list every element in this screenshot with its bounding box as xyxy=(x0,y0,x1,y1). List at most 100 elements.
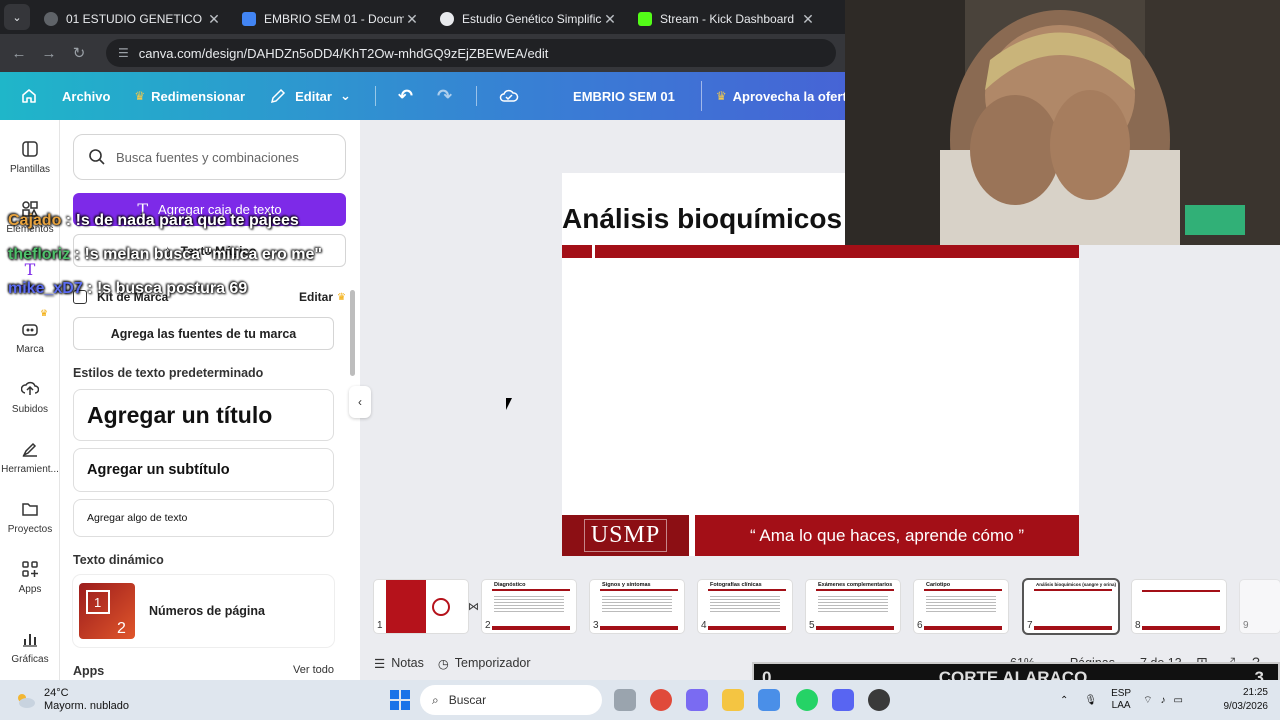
add-subtitle-button[interactable]: Agregar un subtítulo xyxy=(73,448,334,492)
close-icon[interactable]: ✕ xyxy=(800,11,816,28)
page-numbers-card[interactable]: 12 Números de página xyxy=(73,575,334,647)
page-footer xyxy=(492,626,570,630)
notes-button[interactable]: ☰ Notas xyxy=(374,656,424,671)
rail-label: Plantillas xyxy=(9,164,51,175)
page-number: 4 xyxy=(701,620,707,631)
add-body-text-button[interactable]: Agregar algo de texto xyxy=(73,499,334,537)
page-numbers-label: Números de página xyxy=(149,604,265,618)
resize-button[interactable]: ♛ Redimensionar xyxy=(134,89,245,104)
tab-search-button[interactable]: ⌄ xyxy=(4,4,30,30)
chat-text: : !s melan busca "milica ero me" xyxy=(70,246,322,263)
taskbar-search[interactable]: ⌕ Buscar xyxy=(420,685,602,715)
timer-button[interactable]: ◷ Temporizador xyxy=(438,656,531,671)
task-view-icon[interactable] xyxy=(614,689,636,711)
mic-icon[interactable]: 🎙︎ xyxy=(1084,695,1097,706)
globe-icon xyxy=(44,12,58,26)
obs-icon[interactable] xyxy=(868,689,890,711)
page-footer xyxy=(816,626,894,630)
collapse-panel-button[interactable]: ‹ xyxy=(349,386,371,418)
battery-icon[interactable]: ▭ xyxy=(1174,695,1183,706)
rail-item-subidos[interactable]: Subidos xyxy=(0,380,60,415)
timer-label: Temporizador xyxy=(454,656,531,670)
archivo-menu[interactable]: Archivo xyxy=(62,89,110,104)
default-styles-heading: Estilos de texto predeterminado xyxy=(73,366,264,380)
back-icon[interactable]: ← xyxy=(4,45,34,62)
undo-button[interactable]: ↶ xyxy=(398,86,413,107)
tools-icon xyxy=(22,442,37,457)
cloud-save-icon[interactable] xyxy=(499,88,519,104)
weather-widget[interactable]: 24°C Mayorm. nublado xyxy=(14,687,129,713)
mouse-cursor xyxy=(506,398,512,410)
page-thumbnail[interactable]: Diagnóstico 2 xyxy=(482,580,576,633)
browser-tab-2[interactable]: EMBRIO SEM 01 - Documentos ✕ xyxy=(232,4,430,34)
time: 21:25 xyxy=(1242,687,1268,698)
chrome-icon[interactable] xyxy=(650,689,672,711)
home-button[interactable] xyxy=(20,87,38,105)
browser-tab-3[interactable]: Estudio Genético Simplificado ✕ xyxy=(430,4,628,34)
page-thumbnail-selected[interactable]: Análisis bioquímicos (sangre y orina) 7 xyxy=(1024,580,1118,633)
close-icon[interactable]: ✕ xyxy=(404,11,420,28)
apps-icon xyxy=(22,561,38,577)
document-title[interactable]: EMBRIO SEM 01 xyxy=(573,89,675,104)
crown-icon: ♛ xyxy=(40,308,49,318)
copilot-icon[interactable] xyxy=(686,689,708,711)
page-number: 7 xyxy=(1027,620,1033,631)
url-field[interactable]: ☰ canva.com/design/DAHDZn5oDD4/KhT2Ow-mh… xyxy=(106,39,836,67)
clock[interactable]: 21:25 9/03/2026 xyxy=(1224,686,1269,714)
chat-username: thefloriz xyxy=(8,246,71,263)
page-thumbnail[interactable]: Cariotipo 6 xyxy=(914,580,1008,633)
font-search-input[interactable]: Busca fuentes y combinaciones xyxy=(73,134,346,180)
rail-item-herramientas[interactable]: Herramient... xyxy=(0,440,60,475)
add-title-button[interactable]: Agregar un título xyxy=(73,389,334,441)
transition-icon[interactable]: ⋈ xyxy=(468,600,479,613)
chat-username: mike_xD7 xyxy=(8,280,83,297)
browser-tab-4[interactable]: Stream - Kick Dashboard ✕ xyxy=(628,4,826,34)
chat-username: Cajado xyxy=(8,212,62,229)
language-indicator[interactable]: ESP LAA xyxy=(1111,688,1131,712)
tab-title: Stream - Kick Dashboard xyxy=(660,12,795,26)
page-footer xyxy=(924,626,1002,630)
whatsapp-icon[interactable] xyxy=(796,689,818,711)
rail-item-marca[interactable]: ♛ Marca xyxy=(0,308,60,355)
close-icon[interactable]: ✕ xyxy=(206,11,222,28)
windows-start-icon[interactable] xyxy=(390,690,410,710)
chevron-up-icon[interactable]: ⌃ xyxy=(1060,695,1068,706)
edit-label: Editar xyxy=(295,88,332,104)
rail-item-apps[interactable]: Apps xyxy=(0,560,60,595)
file-explorer-icon[interactable] xyxy=(722,689,744,711)
redo-button[interactable]: ↷ xyxy=(437,86,452,107)
divider xyxy=(476,86,478,106)
webcam-image xyxy=(845,0,1280,245)
rail-item-graficas[interactable]: Gráficas xyxy=(0,630,60,665)
page-thumbnail[interactable]: Fotografías clínicas 4 xyxy=(698,580,792,633)
svg-text:1: 1 xyxy=(94,595,101,610)
text-panel: Busca fuentes y combinaciones T Agregar … xyxy=(60,120,360,680)
see-all-link[interactable]: Ver todo xyxy=(293,664,334,678)
edit-menu[interactable]: Editar ⌄ xyxy=(269,87,351,105)
page-thumbnail[interactable]: Exámenes complementarios 5 xyxy=(806,580,900,633)
page-thumbnail[interactable]: 1 xyxy=(374,580,468,633)
brand-kit-edit-link[interactable]: Editar xyxy=(299,290,333,304)
tab-title: 01 ESTUDIO GENETICO 1 (2) (1) xyxy=(66,12,206,26)
add-brand-fonts-button[interactable]: Agrega las fuentes de tu marca xyxy=(73,317,334,350)
rail-item-plantillas[interactable]: Plantillas xyxy=(0,140,60,175)
wifi-icon[interactable]: ⌔ xyxy=(1143,694,1152,707)
discord-icon[interactable] xyxy=(832,689,854,711)
store-icon[interactable] xyxy=(758,689,780,711)
page-thumbnail[interactable]: Signos y síntomas 3 xyxy=(590,580,684,633)
volume-icon[interactable]: ♪ xyxy=(1161,695,1166,706)
reload-icon[interactable]: ↻ xyxy=(64,44,94,62)
panel-scrollbar[interactable] xyxy=(350,290,355,376)
cover-emblem xyxy=(432,598,450,616)
slide-quote[interactable]: “ Ama lo que haces, aprende cómo ” xyxy=(695,515,1079,556)
page-thumbnail[interactable]: 9 xyxy=(1240,580,1280,633)
browser-tab-1[interactable]: 01 ESTUDIO GENETICO 1 (2) (1) ✕ xyxy=(34,4,232,34)
docs-icon xyxy=(242,12,256,26)
site-info-icon[interactable]: ☰ xyxy=(118,46,129,60)
page-thumbnail[interactable]: 8 xyxy=(1132,580,1226,633)
forward-icon[interactable]: → xyxy=(34,45,64,62)
rail-label: Apps xyxy=(18,584,42,595)
rail-item-proyectos[interactable]: Proyectos xyxy=(0,500,60,535)
slide-title[interactable]: Análisis bioquímicos xyxy=(562,203,842,235)
close-icon[interactable]: ✕ xyxy=(602,11,618,28)
